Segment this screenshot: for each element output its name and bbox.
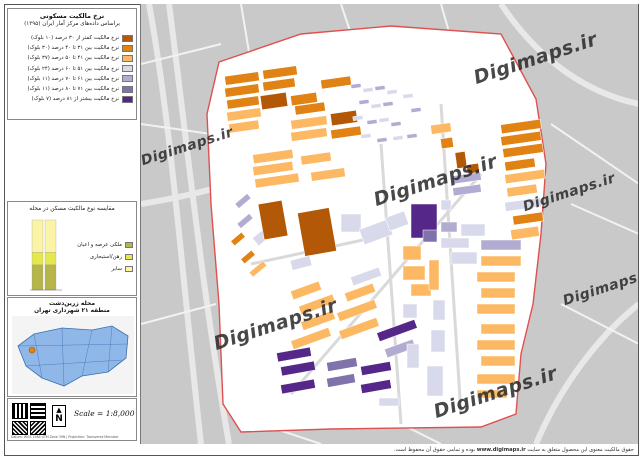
legend-swatch xyxy=(122,54,133,62)
legend-subtitle: براساس داده‌های مرکز آمار ایران (۱۳۹۵) xyxy=(24,21,120,27)
chart-legend-swatch xyxy=(125,254,133,260)
legend: نرخ مالکیت مسکونی براساس داده‌های مرکز آ… xyxy=(7,8,137,120)
legend-item: نرخ مالکیت بین ۶۱ تا ۷۰ درصد (۱۱ بلوک) xyxy=(9,74,133,84)
map-svg xyxy=(141,4,638,444)
parcel-block xyxy=(480,287,516,299)
legend-label: نرخ مالکیت بیشتر از ۸۱ درصد (۷ بلوک) xyxy=(31,96,119,103)
legend-swatch xyxy=(122,85,133,93)
parcel-block xyxy=(406,343,420,369)
map-canvas[interactable]: Digimaps.ir Digimaps.ir Digimaps.ir Digi… xyxy=(140,4,638,444)
parcel-block xyxy=(440,221,458,233)
location-subtitle: منطقه ۲۱ شهرداری تهران xyxy=(34,308,110,314)
chart-bar-segment xyxy=(44,264,57,291)
chart-legend: ملکی عرصه و اعیان رهن/استیجاری سایر xyxy=(77,239,133,275)
left-panel: نرخ مالکیت مسکونی براساس داده‌های مرکز آ… xyxy=(5,5,139,443)
location-title: محله زرین‌دشت xyxy=(48,300,96,307)
legend-label: نرخ مالکیت بین ۶۱ تا ۷۰ درصد (۱۱ بلوک) xyxy=(27,75,119,82)
parcel-block xyxy=(430,329,446,353)
parcel-block xyxy=(378,397,400,407)
legend-swatch xyxy=(122,65,133,73)
parcel-block xyxy=(440,199,452,211)
parcel-block xyxy=(422,229,438,243)
chart-bar-segment xyxy=(31,252,44,265)
chart-bar-segment xyxy=(44,219,57,253)
parcel-block xyxy=(410,283,432,297)
parcel-block xyxy=(476,339,516,351)
chart-bar-segment xyxy=(31,219,44,253)
legend-item: نرخ مالکیت کمتر از ۳۰ درصد (۱۰ بلوک) xyxy=(9,33,133,43)
legend-item: نرخ مالکیت بین ۴۱ تا ۵۰ درصد (۳۷ بلوک) xyxy=(9,53,133,63)
legend-item: نرخ مالکیت بین ۵۱ تا ۶۰ درصد (۲۴ بلوک) xyxy=(9,64,133,74)
tehran-map xyxy=(12,316,134,394)
qr-code-icon xyxy=(12,421,28,435)
parcel-block xyxy=(402,245,422,261)
legend-label: نرخ مالکیت بین ۳۱ تا ۴۰ درصد (۳۰ بلوک) xyxy=(27,45,119,52)
scale-label: Scale = 1:8,000 xyxy=(74,409,135,418)
legend-list: نرخ مالکیت کمتر از ۳۰ درصد (۱۰ بلوک) نرخ … xyxy=(9,33,133,104)
qr-code-icon xyxy=(12,403,28,419)
parcel-block xyxy=(476,303,516,315)
legend-swatch xyxy=(122,34,133,42)
legend-label: نرخ مالکیت بین ۷۱ تا ۸۰ درصد (۱۱ بلوک) xyxy=(27,86,119,93)
parcel-block xyxy=(440,136,454,150)
parcel-block xyxy=(402,303,418,319)
parcel-block xyxy=(460,223,486,237)
parcel-block xyxy=(480,239,522,251)
ownership-chart: مقایسه نوع مالکیت مسکن در محله ملکی عرصه… xyxy=(7,201,137,296)
chart-legend-label: سایر xyxy=(111,266,122,272)
chart-svg xyxy=(30,219,62,291)
legend-label: نرخ مالکیت کمتر از ۳۰ درصد (۱۰ بلوک) xyxy=(31,35,119,42)
map-info: ▲ N Scale = 1:8,000 Datum: WGS 1984 UTM … xyxy=(7,398,137,441)
legend-title: نرخ مالکیت مسکونی xyxy=(39,12,105,20)
copyright-footer: حقوق مالکیت معنوی این محصول متعلق به سای… xyxy=(140,444,638,456)
parcel-block xyxy=(476,271,516,283)
parcel-block xyxy=(450,251,478,265)
chart-legend-item: ملکی عرصه و اعیان xyxy=(77,239,133,251)
location-marker xyxy=(28,346,36,354)
legend-item: نرخ مالکیت بین ۳۱ تا ۴۰ درصد (۳۰ بلوک) xyxy=(9,43,133,53)
legend-label: نرخ مالکیت بین ۵۱ تا ۶۰ درصد (۲۴ بلوک) xyxy=(27,65,119,72)
chart-legend-swatch xyxy=(125,266,133,272)
parcel-block xyxy=(432,299,446,321)
footer-link[interactable]: www.digimaps.ir xyxy=(477,447,526,453)
parcel-block xyxy=(428,259,440,291)
chart-title: مقایسه نوع مالکیت مسکن در محله xyxy=(29,206,115,212)
legend-swatch xyxy=(122,75,133,83)
chart-legend-swatch xyxy=(125,242,133,248)
projection-credit: Datum: WGS 1984 UTM Zone 39N | Projectio… xyxy=(11,435,119,439)
footer-text: بوده و تمامی حقوق آن محفوظ است. xyxy=(393,447,476,453)
location-inset: محله زرین‌دشت منطقه ۲۱ شهرداری تهران xyxy=(7,297,137,397)
legend-label: نرخ مالکیت بین ۴۱ تا ۵۰ درصد (۳۷ بلوک) xyxy=(27,55,119,62)
parcel-block xyxy=(480,323,516,335)
parcel-block xyxy=(480,355,516,367)
chart-bar-segment xyxy=(44,252,57,265)
qr-code-icon xyxy=(30,421,46,435)
parcel-block xyxy=(480,255,522,267)
parcel-block xyxy=(402,265,426,281)
chart-legend-label: رهن/استیجاری xyxy=(89,254,122,260)
legend-item: نرخ مالکیت بین ۷۱ تا ۸۰ درصد (۱۱ بلوک) xyxy=(9,84,133,94)
chart-bar-segment xyxy=(31,264,44,291)
legend-swatch xyxy=(122,95,133,103)
north-arrow-icon: ▲ N xyxy=(52,405,66,427)
parcel-block xyxy=(426,365,444,397)
legend-item: نرخ مالکیت بیشتر از ۸۱ درصد (۷ بلوک) xyxy=(9,94,133,104)
parcel-block xyxy=(340,213,362,233)
legend-swatch xyxy=(122,44,133,52)
qr-code-icon xyxy=(30,403,46,419)
chart-legend-item: سایر xyxy=(77,263,133,275)
footer-text: حقوق مالکیت معنوی این محصول متعلق به سای… xyxy=(527,447,634,453)
chart-legend-label: ملکی عرصه و اعیان xyxy=(77,242,122,248)
parcel-block xyxy=(440,237,470,249)
chart-legend-item: رهن/استیجاری xyxy=(77,251,133,263)
